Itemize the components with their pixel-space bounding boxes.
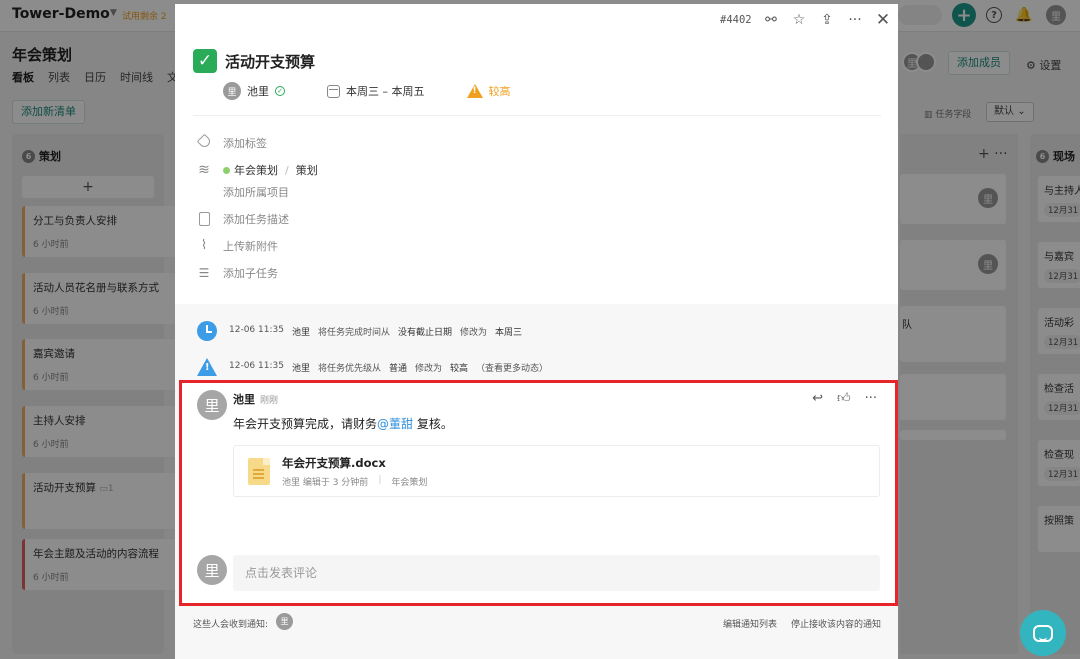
activity-item: 12-06 11:35 池里 将任务优先级从 普通 修改为 较高 （查看更多动态… — [197, 358, 548, 376]
tag-row[interactable]: 添加标签 — [196, 133, 267, 151]
comment-highlight-box: 里 池里 刚刚 ↩ 👍︎ ··· 年会开支预算完成，请财务@董甜 复核。 年会开… — [179, 380, 898, 606]
calendar-icon — [327, 84, 340, 98]
check-circle-icon: ✓ — [275, 86, 285, 96]
add-subtask-link[interactable]: 添加子任务 — [223, 265, 278, 281]
task-meta: 里 池里 ✓ 本周三 – 本周五 较高 — [223, 82, 553, 100]
meta-separator: | — [378, 475, 382, 485]
chat-bubble-icon — [1033, 624, 1053, 642]
comment-author[interactable]: 池里 — [233, 391, 255, 407]
comment-author-avatar[interactable]: 里 — [197, 390, 227, 420]
comment-time: 刚刚 — [260, 396, 279, 406]
description-row[interactable]: 添加任务描述 — [197, 211, 289, 227]
reply-icon[interactable]: ↩ — [812, 391, 823, 406]
clock-icon — [197, 321, 217, 341]
activity-to: 较高 — [450, 363, 469, 374]
paperclip-icon: ⌇ — [200, 238, 208, 253]
document-file-icon — [248, 458, 270, 485]
more-icon[interactable]: ··· — [865, 391, 877, 406]
add-tag-link[interactable]: 添加标签 — [223, 135, 267, 151]
priority-value: 较高 — [488, 85, 511, 98]
attachment-project[interactable]: 年会策划 — [391, 475, 427, 488]
date-field[interactable]: 本周三 – 本周五 — [327, 83, 425, 99]
task-detail-modal: #4402 ⚯ ☆ ⇪ ··· ✕ ✓ 活动开支预算 里 池里 ✓ 本周三 – … — [175, 4, 898, 659]
close-icon[interactable]: ✕ — [875, 11, 891, 29]
add-description-link[interactable]: 添加任务描述 — [223, 211, 289, 227]
task-title[interactable]: 活动开支预算 — [225, 51, 315, 72]
add-project-link[interactable]: 添加所属项目 — [223, 184, 289, 200]
attachment-name[interactable]: 年会开支预算.docx — [282, 455, 386, 471]
thumbs-up-icon[interactable]: 👍︎ — [837, 391, 851, 406]
activity-from: 普通 — [388, 363, 407, 374]
layers-icon: ≋ — [198, 162, 210, 178]
notify-avatar[interactable]: 里 — [276, 613, 293, 630]
subtask-row[interactable]: ☰ 添加子任务 — [197, 265, 278, 281]
chat-support-button[interactable] — [1020, 610, 1066, 656]
project-path[interactable]: 年会策划 / 策划 — [223, 162, 318, 178]
activity-time: 12-06 11:35 — [229, 324, 284, 335]
stop-notify-link[interactable]: 停止接收该内容的通知 — [791, 617, 881, 630]
activity-user[interactable]: 池里 — [292, 325, 310, 338]
activity-text: 12-06 11:35 池里 将任务优先级从 普通 修改为 较高 （查看更多动态… — [229, 361, 548, 374]
export-icon[interactable]: ⇪ — [819, 11, 835, 29]
attachment-meta: 池里 编辑于 3 分钟前 | 年会策划 — [282, 475, 427, 488]
activity-action: 修改为 — [415, 363, 443, 374]
project-name[interactable]: 年会策划 — [234, 162, 278, 178]
activity-from: 没有截止日期 — [397, 327, 452, 338]
task-id: #4402 — [720, 14, 752, 26]
project-row: ≋ 年会策划 / 策划 — [197, 162, 318, 178]
notify-label: 这些人会收到通知: — [193, 620, 269, 630]
date-range: 本周三 – 本周五 — [346, 85, 425, 98]
more-icon[interactable]: ··· — [847, 11, 863, 29]
assignee-avatar: 里 — [223, 82, 241, 100]
attachment-edited: 池里 编辑于 3 分钟前 — [282, 478, 369, 488]
path-separator: / — [285, 163, 289, 177]
checklist-icon: ☰ — [198, 266, 210, 280]
edit-notify-list-link[interactable]: 编辑通知列表 — [723, 617, 777, 630]
warning-icon — [466, 84, 483, 98]
activity-item: 12-06 11:35 池里 将任务完成时间从 没有截止日期 修改为 本周三 — [197, 321, 522, 341]
project-color-dot — [223, 166, 230, 174]
activity-action: 将任务完成时间从 — [317, 327, 390, 338]
activity-action: 将任务优先级从 — [317, 363, 381, 374]
assignee-name: 池里 — [247, 85, 269, 98]
modal-toolbar: #4402 ⚯ ☆ ⇪ ··· ✕ — [175, 4, 898, 38]
star-icon[interactable]: ☆ — [791, 11, 807, 29]
complete-checkbox[interactable]: ✓ — [193, 49, 217, 73]
mention-link[interactable]: @董甜 — [377, 417, 413, 431]
notification-bar: 这些人会收到通知: 里 编辑通知列表 停止接收该内容的通知 — [175, 608, 898, 638]
activity-to: 本周三 — [495, 327, 523, 338]
priority-field[interactable]: 较高 — [466, 83, 511, 99]
share-link-icon[interactable]: ⚯ — [763, 11, 779, 29]
comment-text-before: 年会开支预算完成，请财务 — [233, 417, 378, 431]
notify-links: 编辑通知列表 停止接收该内容的通知 — [723, 617, 881, 630]
comment-actions: ↩ 👍︎ ··· — [812, 391, 877, 406]
activity-action: 修改为 — [460, 327, 488, 338]
current-user-avatar: 里 — [197, 555, 227, 585]
warning-icon — [197, 358, 217, 376]
attachment-row[interactable]: ⌇ 上传新附件 — [197, 238, 278, 254]
comment-text-after: 复核。 — [413, 417, 453, 431]
assignee-field[interactable]: 里 池里 ✓ — [223, 82, 285, 100]
upload-attachment-link[interactable]: 上传新附件 — [223, 238, 278, 254]
tag-icon — [196, 133, 212, 150]
list-name[interactable]: 策划 — [296, 162, 318, 178]
activity-user[interactable]: 池里 — [292, 361, 310, 374]
document-icon — [197, 212, 211, 226]
activity-text: 12-06 11:35 池里 将任务完成时间从 没有截止日期 修改为 本周三 — [229, 325, 522, 338]
activity-time: 12-06 11:35 — [229, 360, 284, 371]
divider — [193, 115, 881, 116]
comment-body: 年会开支预算完成，请财务@董甜 复核。 — [233, 415, 453, 432]
modal-actions: ⚯ ☆ ⇪ ··· ✕ — [763, 11, 891, 29]
comment-input[interactable] — [233, 555, 880, 591]
attachment-card[interactable]: 年会开支预算.docx 池里 编辑于 3 分钟前 | 年会策划 — [233, 445, 880, 497]
more-activity-link[interactable]: （查看更多动态） — [476, 361, 548, 374]
